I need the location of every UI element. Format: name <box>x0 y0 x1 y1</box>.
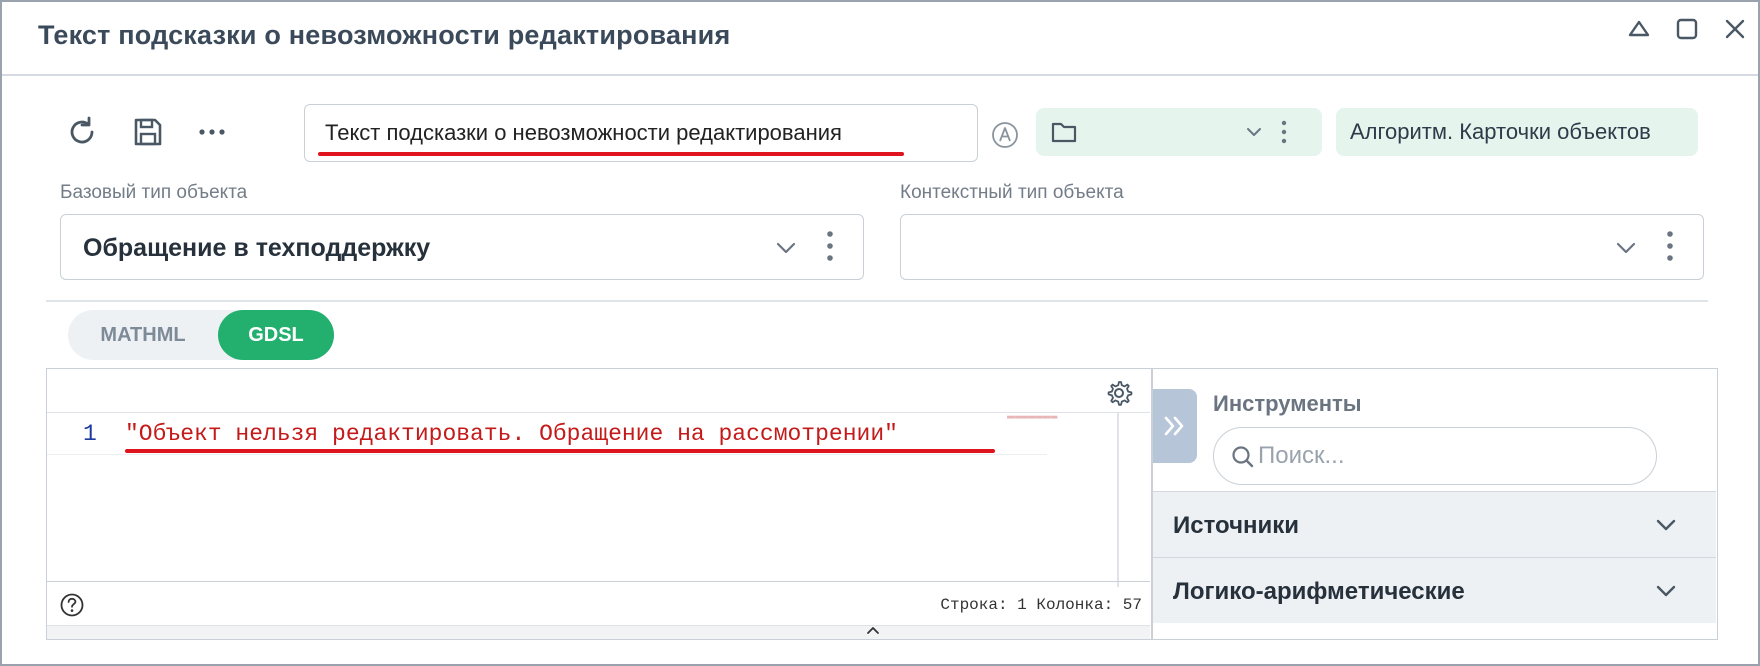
code-highlight-underline <box>125 449 995 453</box>
mode-gdsl-button[interactable]: GDSL <box>218 310 334 360</box>
base-type-value: Обращение в техподдержку <box>83 234 431 262</box>
search-icon <box>1232 446 1254 468</box>
tools-panel: Инструменты Источники Логико-арифметичес… <box>1152 368 1718 640</box>
chevron-down-icon[interactable] <box>1613 235 1639 261</box>
refresh-button[interactable] <box>60 110 104 154</box>
maximize-icon <box>1676 18 1698 40</box>
save-button[interactable] <box>126 110 170 154</box>
tools-title: Инструменты <box>1213 391 1362 416</box>
accordion-sources[interactable]: Источники <box>1153 491 1716 557</box>
line-number: 1 <box>83 421 97 447</box>
collapse-icon <box>1628 20 1650 37</box>
mode-toggle: MATHML GDSL <box>68 310 334 360</box>
search-input[interactable] <box>1258 440 1638 472</box>
accordion-logic-arithmetic[interactable]: Логико-арифметические <box>1153 557 1716 623</box>
collapse-button[interactable] <box>1622 12 1656 46</box>
kebab-menu-icon[interactable] <box>825 229 835 263</box>
more-horizontal-icon <box>199 129 225 135</box>
name-highlight-underline <box>318 152 904 156</box>
more-actions-button[interactable] <box>190 110 234 154</box>
chevron-down-icon[interactable] <box>773 235 799 261</box>
close-button[interactable] <box>1718 12 1752 46</box>
kebab-menu-icon[interactable] <box>1280 118 1288 146</box>
dialog-window: Текст подсказки о невозможности редактир… <box>0 0 1760 666</box>
chevron-up-icon[interactable] <box>865 624 881 636</box>
code-string[interactable]: "Объект нельзя редактировать. Обращение … <box>125 421 898 447</box>
maximize-button[interactable] <box>1670 12 1704 46</box>
accordion-label: Логико-арифметические <box>1173 578 1465 605</box>
refresh-icon <box>70 116 94 144</box>
context-type-select[interactable] <box>900 214 1704 280</box>
editor-toolbar <box>47 369 1150 413</box>
section-divider <box>46 300 1708 302</box>
folder-icon <box>1051 122 1077 143</box>
base-type-select[interactable]: Обращение в техподдержку <box>60 214 864 280</box>
accordion-label: Источники <box>1173 512 1300 539</box>
window-title: Текст подсказки о невозможности редактир… <box>38 20 731 50</box>
title-bar: Текст подсказки о невозможности редактир… <box>2 2 1758 76</box>
editor-status-bar: Строка: 1 Колонка: 57 <box>47 581 1150 625</box>
save-icon <box>134 118 162 146</box>
base-type-label: Базовый тип объекта <box>60 182 248 203</box>
name-input[interactable] <box>325 117 945 149</box>
folder-select[interactable] <box>1036 108 1322 156</box>
kebab-menu-icon[interactable] <box>1665 229 1675 263</box>
context-type-label: Контекстный тип объекта <box>900 182 1124 203</box>
editor-gutter-line <box>1117 413 1119 587</box>
chevron-down-icon[interactable] <box>1244 122 1264 142</box>
auto-icon[interactable] <box>990 120 1020 150</box>
chevron-down-icon <box>1656 585 1676 597</box>
expand-tools-button[interactable] <box>1153 389 1197 463</box>
gear-icon[interactable] <box>1105 379 1133 407</box>
algorithm-chip[interactable]: Алгоритм. Карточки объектов <box>1336 108 1698 156</box>
help-icon[interactable] <box>59 592 85 618</box>
mode-mathml-button[interactable]: MATHML <box>68 310 218 360</box>
editor-resize-bar[interactable] <box>47 625 1150 639</box>
double-chevron-right-icon <box>1164 416 1184 436</box>
close-icon <box>1725 19 1745 39</box>
cursor-position: Строка: 1 Колонка: 57 <box>940 596 1142 614</box>
code-editor[interactable]: ▬▬▬▬▬▬▬ 1 "Объект нельзя редактировать. … <box>46 368 1152 640</box>
chevron-down-icon <box>1656 519 1676 531</box>
tools-search[interactable] <box>1213 427 1657 485</box>
